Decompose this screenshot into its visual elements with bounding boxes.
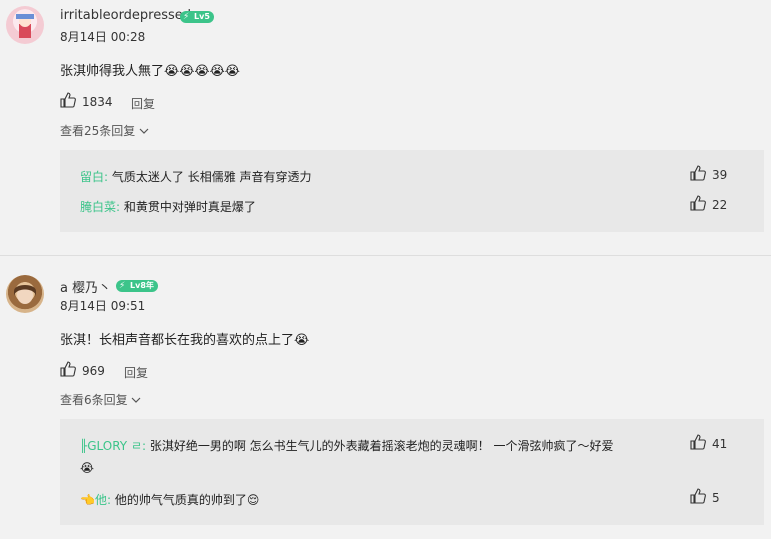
view-replies-link[interactable]: 查看6条回复 [60, 391, 141, 408]
reply-text: 张淇好绝一男的啊 怎么书生气儿的外表藏着摇滚老炮的灵魂啊！ 一个滑弦帅疯了～好爱 [149, 439, 614, 453]
comment-divider [0, 255, 771, 256]
timestamp: 8月14日 00:28 [60, 30, 146, 44]
reply-like-count: 39 [712, 168, 728, 182]
timestamp: 8月14日 09:51 [60, 299, 146, 313]
lightning-icon: ⚡ [119, 281, 126, 291]
reply-row: ╟GLORY ㄹ: 张淇好绝一男的啊 怎么书生气儿的外表藏着摇滚老炮的灵魂啊！ … [80, 437, 614, 454]
username[interactable]: irritableordepressed [60, 8, 191, 23]
username[interactable]: a 樱乃丶 [60, 277, 111, 296]
avatar-image [16, 14, 34, 38]
thumbs-up-icon[interactable] [60, 361, 76, 377]
chevron-down-icon [139, 128, 149, 134]
reply-row: 腌白菜: 和黄贯中对弹时真是爆了 [80, 198, 256, 215]
chevron-down-icon [132, 397, 141, 403]
reply-username[interactable]: 腌白菜: [80, 200, 120, 214]
thumbs-up-icon[interactable] [690, 434, 706, 450]
thumbs-up-icon[interactable] [60, 92, 76, 108]
like-count: 969 [82, 364, 105, 378]
avatar[interactable] [6, 6, 44, 44]
view-replies-label: 查看6条回复 [60, 393, 128, 407]
lightning-icon: ⚡ [183, 12, 190, 22]
reply-username[interactable]: 留白: [80, 170, 108, 184]
reply-username[interactable]: 👈他: [80, 493, 111, 507]
reply-like-count: 41 [712, 437, 728, 451]
reply-text: 他的帅气气质真的帅到了😌 [114, 493, 260, 507]
avatar-image [14, 285, 36, 304]
view-replies-label: 查看25条回复 [60, 124, 136, 138]
thumbs-up-icon[interactable] [690, 165, 706, 181]
reply-text: 气质太迷人了 长相儒雅 声音有穿透力 [111, 170, 312, 184]
replies-box: ╟GLORY ㄹ: 张淇好绝一男的啊 怎么书生气儿的外表藏着摇滚老炮的灵魂啊！ … [60, 419, 764, 525]
comment-text: 张淇帅得我人無了😭😭😭😭😭 [60, 64, 240, 79]
view-replies-link[interactable]: 查看25条回复 [60, 122, 149, 139]
level-badge: ⚡ Lv8年 [116, 280, 158, 292]
level-label: Lv5 [194, 12, 210, 21]
level-badge: ⚡ Lv5 [180, 11, 214, 23]
reply-like-count: 5 [712, 491, 720, 505]
reply-text-continued: 😭 [80, 461, 95, 475]
reply-row: 👈他: 他的帅气气质真的帅到了😌 [80, 491, 259, 508]
reply-button[interactable]: 回复 [131, 95, 155, 112]
reply-row: 留白: 气质太迷人了 长相儒雅 声音有穿透力 [80, 168, 312, 185]
replies-box: 留白: 气质太迷人了 长相儒雅 声音有穿透力 39 腌白菜: 和黄贯中对弹时真是… [60, 150, 764, 232]
reply-button[interactable]: 回复 [124, 364, 148, 381]
level-label: Lv8年 [130, 281, 154, 290]
reply-text: 和黄贯中对弹时真是爆了 [123, 200, 256, 214]
thumbs-up-icon[interactable] [690, 195, 706, 211]
like-count: 1834 [82, 95, 113, 109]
comment-text: 张淇！长相声音都长在我的喜欢的点上了😭 [60, 333, 310, 348]
avatar[interactable] [6, 275, 44, 313]
thumbs-up-icon[interactable] [690, 488, 706, 504]
reply-username[interactable]: ╟GLORY ㄹ: [80, 439, 146, 453]
reply-like-count: 22 [712, 198, 728, 212]
